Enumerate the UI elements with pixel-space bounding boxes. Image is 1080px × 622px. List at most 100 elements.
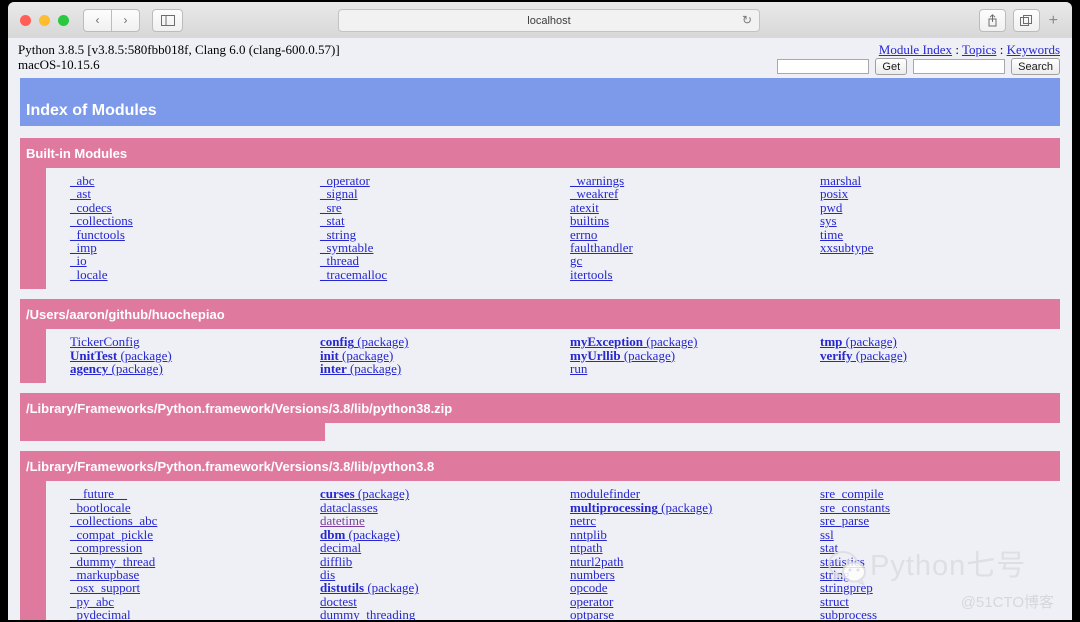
module-link[interactable]: marshal: [820, 174, 861, 188]
module-link[interactable]: tmp (package): [820, 335, 897, 348]
module-link[interactable]: _io: [70, 254, 87, 268]
module-link[interactable]: _dummy_thread: [70, 554, 155, 568]
module-link[interactable]: struct: [820, 594, 849, 608]
module-link[interactable]: doctest: [320, 594, 357, 608]
module-link[interactable]: dataclasses: [320, 500, 378, 514]
module-link[interactable]: operator: [570, 594, 613, 608]
get-button[interactable]: Get: [875, 58, 908, 75]
module-link[interactable]: numbers: [570, 567, 615, 581]
module-link[interactable]: run: [570, 362, 587, 376]
module-link[interactable]: agency (package): [70, 362, 163, 375]
module-link[interactable]: myException (package): [570, 335, 697, 348]
module-link[interactable]: _collections_abc: [70, 514, 157, 528]
module-link[interactable]: gc: [570, 254, 582, 268]
module-link[interactable]: _operator: [320, 174, 370, 188]
module-link[interactable]: modulefinder: [570, 487, 640, 501]
module-link[interactable]: subprocess: [820, 608, 877, 620]
module-link[interactable]: builtins: [570, 214, 609, 228]
module-link[interactable]: _sre: [320, 200, 342, 214]
module-link[interactable]: decimal: [320, 541, 361, 555]
module-link[interactable]: multiprocessing (package): [570, 501, 712, 514]
module-link[interactable]: nntplib: [570, 527, 607, 541]
module-link[interactable]: _markupbase: [70, 567, 139, 581]
module-link[interactable]: datetime: [320, 514, 365, 528]
module-link[interactable]: netrc: [570, 514, 596, 528]
module-link[interactable]: dis: [320, 567, 335, 581]
module-link[interactable]: _pydecimal: [70, 608, 131, 620]
search-button[interactable]: Search: [1011, 58, 1060, 75]
forward-button[interactable]: ›: [112, 8, 140, 32]
module-index-link[interactable]: Module Index: [879, 42, 952, 57]
module-link[interactable]: __future__: [70, 487, 127, 501]
module-link[interactable]: ntpath: [570, 541, 603, 555]
module-link[interactable]: config (package): [320, 335, 408, 348]
minimize-window-button[interactable]: [39, 14, 50, 26]
module-link[interactable]: stringprep: [820, 581, 873, 595]
address-bar[interactable]: localhost ↻: [338, 9, 760, 32]
module-link[interactable]: _py_abc: [70, 594, 114, 608]
module-link[interactable]: _stat: [320, 214, 345, 228]
module-link[interactable]: _functools: [70, 227, 125, 241]
get-input[interactable]: [777, 59, 870, 74]
module-link[interactable]: errno: [570, 227, 597, 241]
module-link[interactable]: xxsubtype: [820, 241, 873, 255]
module-link[interactable]: _locale: [70, 267, 108, 281]
maximize-window-button[interactable]: [58, 14, 69, 26]
share-button[interactable]: [978, 9, 1006, 32]
module-link[interactable]: _collections: [70, 214, 133, 228]
module-link[interactable]: faulthandler: [570, 241, 633, 255]
module-link[interactable]: statistics: [820, 554, 865, 568]
module-link[interactable]: verify (package): [820, 348, 907, 362]
module-link[interactable]: _thread: [320, 254, 359, 268]
reload-icon[interactable]: ↻: [742, 13, 752, 27]
topics-link[interactable]: Topics: [962, 42, 996, 57]
back-button[interactable]: ‹: [83, 8, 112, 32]
module-link[interactable]: _ast: [70, 187, 91, 201]
new-tab-button[interactable]: +: [1049, 12, 1058, 30]
module-link[interactable]: UnitTest (package): [70, 348, 172, 362]
module-link[interactable]: _signal: [320, 187, 358, 201]
module-link[interactable]: TickerConfig: [70, 335, 140, 349]
module-link[interactable]: _osx_support: [70, 581, 140, 595]
module-link[interactable]: opcode: [570, 581, 608, 595]
sidebar-toggle-button[interactable]: [152, 8, 183, 32]
close-window-button[interactable]: [20, 14, 31, 26]
module-link[interactable]: distutils (package): [320, 581, 419, 594]
show-tabs-button[interactable]: [1012, 9, 1040, 32]
module-link[interactable]: _weakref: [570, 187, 618, 201]
module-link[interactable]: _compat_pickle: [70, 527, 153, 541]
module-link[interactable]: sys: [820, 214, 837, 228]
module-link[interactable]: sre_constants: [820, 500, 890, 514]
keywords-link[interactable]: Keywords: [1007, 42, 1060, 57]
module-link[interactable]: init (package): [320, 348, 393, 362]
module-link[interactable]: time: [820, 227, 843, 241]
module-link[interactable]: _bootlocale: [70, 500, 131, 514]
search-input[interactable]: [913, 59, 1006, 74]
module-link[interactable]: sre_parse: [820, 514, 869, 528]
module-link[interactable]: _abc: [70, 174, 95, 188]
module-link[interactable]: curses (package): [320, 487, 409, 500]
module-link[interactable]: _warnings: [570, 174, 624, 188]
module-link[interactable]: posix: [820, 187, 848, 201]
module-link[interactable]: _codecs: [70, 200, 112, 214]
module-link[interactable]: inter (package): [320, 362, 401, 375]
module-link[interactable]: atexit: [570, 200, 599, 214]
module-link[interactable]: dbm (package): [320, 527, 400, 541]
module-link[interactable]: pwd: [820, 200, 842, 214]
module-link[interactable]: sre_compile: [820, 487, 884, 501]
module-link[interactable]: _symtable: [320, 241, 373, 255]
module-link[interactable]: myUrllib (package): [570, 348, 675, 362]
module-link[interactable]: _string: [320, 227, 356, 241]
module-link[interactable]: _compression: [70, 541, 142, 555]
module-entry: dbm (package): [320, 527, 546, 541]
module-link[interactable]: stat: [820, 541, 838, 555]
module-link[interactable]: _tracemalloc: [320, 267, 387, 281]
module-link[interactable]: string: [820, 567, 850, 581]
module-link[interactable]: optparse: [570, 608, 614, 620]
module-link[interactable]: difflib: [320, 554, 352, 568]
module-link[interactable]: _imp: [70, 241, 97, 255]
module-link[interactable]: nturl2path: [570, 554, 623, 568]
module-link[interactable]: ssl: [820, 527, 834, 541]
module-link[interactable]: itertools: [570, 267, 613, 281]
module-link[interactable]: dummy_threading: [320, 608, 415, 620]
